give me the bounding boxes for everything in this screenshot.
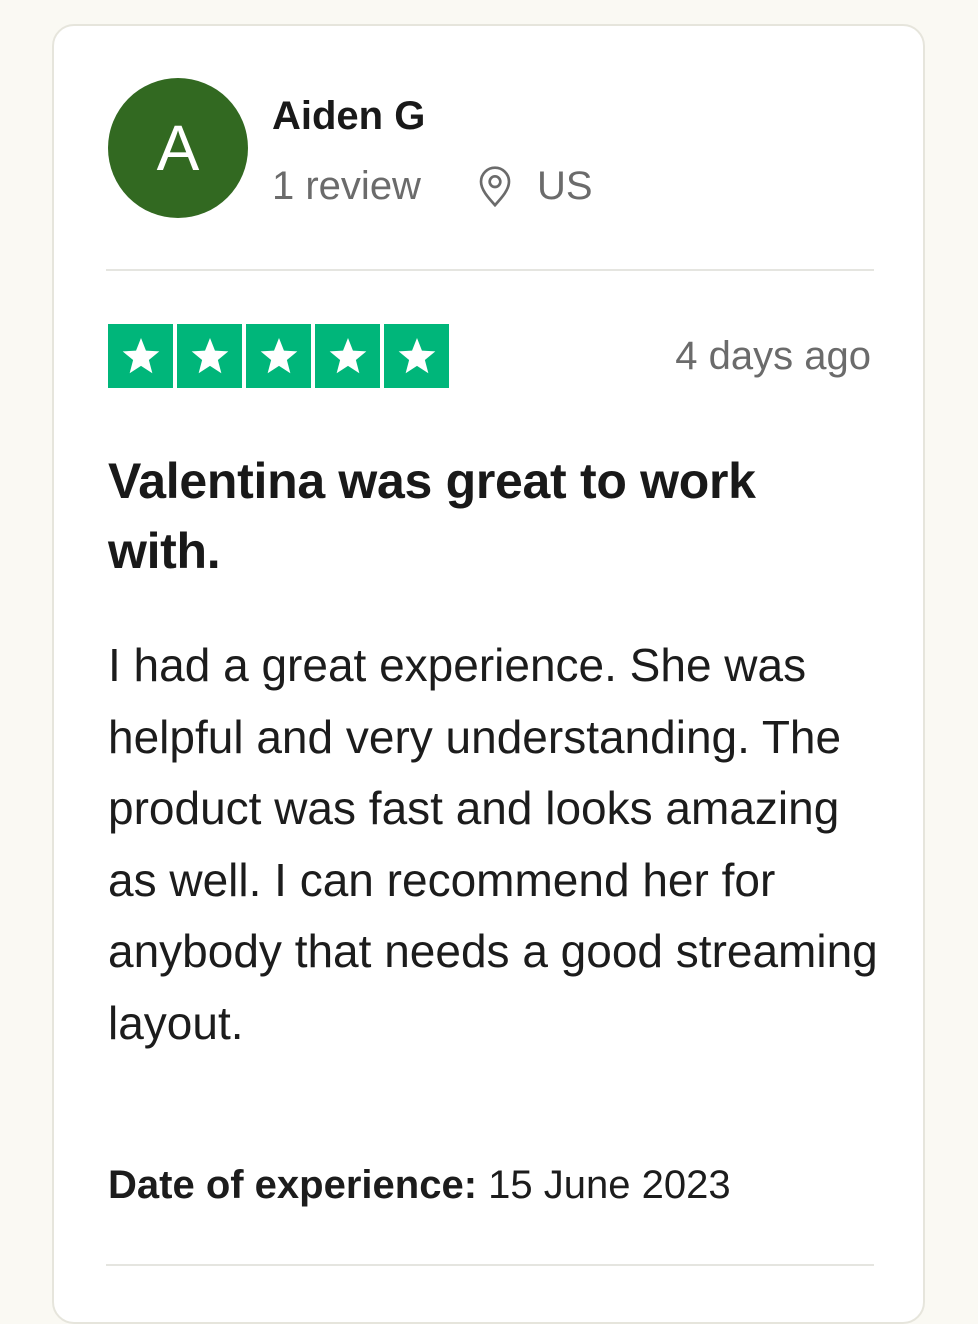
star-icon (384, 324, 449, 388)
review-count: 1 review (272, 164, 421, 208)
footer-divider (106, 1264, 874, 1266)
star-icon (315, 324, 380, 388)
date-of-experience-value: 15 June 2023 (488, 1163, 731, 1207)
date-of-experience: Date of experience: 15 June 2023 (108, 1161, 731, 1209)
avatar[interactable]: A (108, 78, 248, 218)
reviewer-location: US (536, 164, 593, 208)
reviewer-header: A Aiden G 1 review US (108, 78, 868, 220)
star-icon (246, 324, 311, 388)
reviewer-name[interactable]: Aiden G (272, 92, 425, 140)
date-of-experience-label: Date of experience: (108, 1163, 478, 1207)
review-body: I had a great experience. She was helpfu… (108, 639, 878, 1049)
star-icon (177, 324, 242, 388)
star-icon (108, 324, 173, 388)
review-title[interactable]: Valentina was great to work with. (108, 446, 878, 586)
map-pin-icon (479, 166, 511, 208)
review-card: A Aiden G 1 review US 4 days ago Valenti… (52, 24, 925, 1324)
reviewer-meta: 1 review US (272, 162, 593, 210)
header-divider (106, 269, 874, 271)
review-date: 4 days ago (675, 334, 871, 378)
star-rating (108, 324, 449, 388)
